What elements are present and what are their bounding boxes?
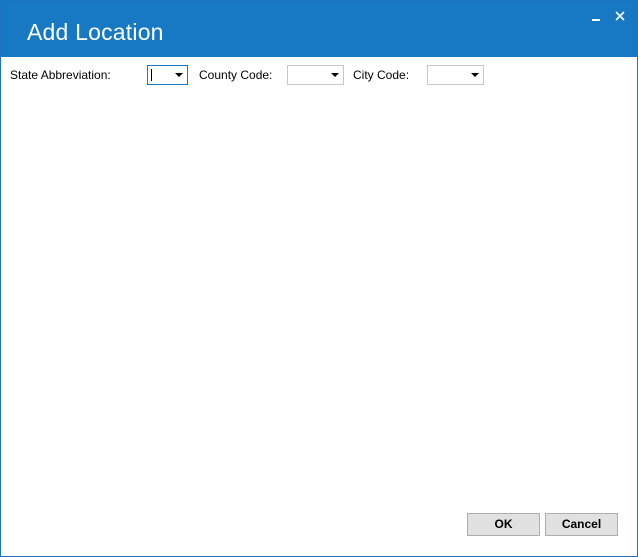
chevron-down-icon (175, 73, 183, 77)
minimize-button[interactable] (587, 7, 605, 25)
city-code-combobox[interactable] (427, 65, 484, 85)
state-abbreviation-label: State Abbreviation: (10, 68, 111, 82)
chevron-down-icon (331, 73, 339, 77)
city-code-label: City Code: (353, 68, 410, 82)
title-bar: Add Location (1, 1, 637, 57)
close-icon (615, 11, 625, 21)
window-title: Add Location (27, 19, 164, 45)
ok-button[interactable]: OK (467, 513, 540, 536)
text-cursor (151, 69, 152, 81)
chevron-down-icon (471, 73, 479, 77)
county-code-label: County Code: (199, 68, 273, 82)
close-button[interactable] (611, 7, 629, 25)
cancel-button[interactable]: Cancel (545, 513, 618, 536)
minimize-icon (592, 19, 600, 21)
add-location-dialog: Add Location State Abbreviation: County … (0, 0, 638, 557)
state-abbreviation-combobox[interactable] (147, 65, 188, 85)
county-code-combobox[interactable] (287, 65, 344, 85)
